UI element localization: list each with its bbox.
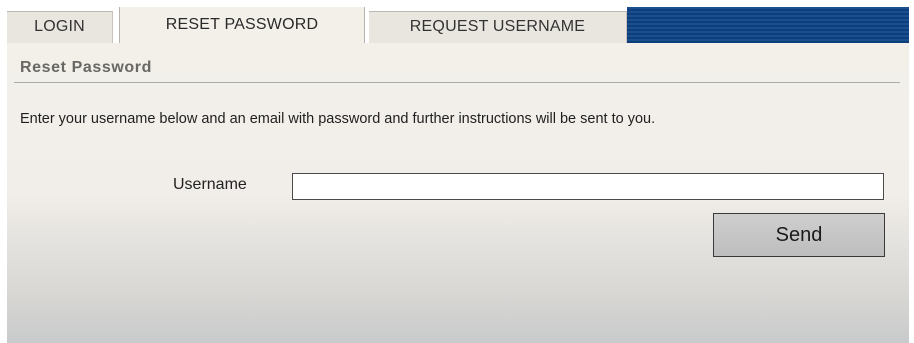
reset-password-panel: Reset Password Enter your username below… xyxy=(7,43,909,343)
send-button[interactable]: Send xyxy=(713,213,885,257)
username-label: Username xyxy=(173,176,247,193)
instructions-text: Enter your username below and an email w… xyxy=(20,111,656,127)
tab-login[interactable]: LOGIN xyxy=(7,11,113,43)
reset-password-window: LOGIN RESET PASSWORD REQUEST USERNAME Re… xyxy=(0,0,914,343)
tab-request-username[interactable]: REQUEST USERNAME xyxy=(369,11,627,43)
tab-reset-password[interactable]: RESET PASSWORD xyxy=(119,7,365,43)
tab-bar-accent xyxy=(627,7,909,43)
username-input[interactable] xyxy=(292,173,884,200)
tab-bar: LOGIN RESET PASSWORD REQUEST USERNAME xyxy=(7,7,909,43)
section-divider xyxy=(14,82,900,83)
section-title: Reset Password xyxy=(20,59,153,76)
